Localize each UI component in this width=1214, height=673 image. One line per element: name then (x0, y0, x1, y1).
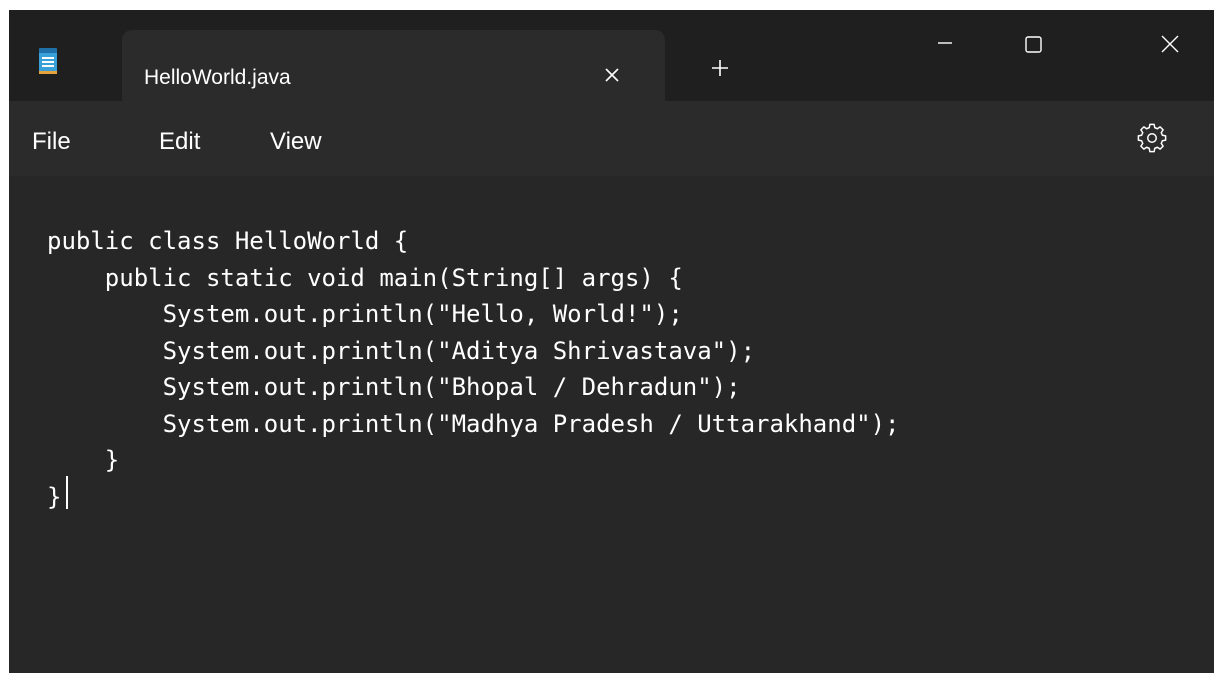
tab-helloworld-java[interactable]: HelloWorld.java (122, 30, 665, 101)
code-line: System.out.println("Aditya Shrivastava")… (47, 336, 756, 365)
code-line: public static void main(String[] args) { (47, 263, 683, 292)
code-line: System.out.println("Madhya Pradesh / Utt… (47, 409, 900, 438)
close-icon[interactable] (600, 63, 624, 87)
text-editor[interactable]: public class HelloWorld { public static … (9, 176, 1214, 673)
notepad-window: HelloWorld.java File Edit View public cl… (9, 10, 1214, 673)
code-line: System.out.println("Hello, World!"); (47, 300, 683, 328)
text-cursor (66, 476, 68, 509)
close-icon[interactable] (1150, 24, 1190, 64)
code-content: public class HelloWorld { public static … (47, 223, 900, 515)
menu-bar: File Edit View (9, 101, 1214, 176)
menu-view[interactable]: View (270, 128, 322, 156)
tab-title: HelloWorld.java (144, 66, 291, 89)
gear-icon[interactable] (1137, 123, 1167, 153)
title-bar: HelloWorld.java (9, 10, 1214, 101)
code-line: } (47, 446, 120, 474)
maximize-icon[interactable] (1013, 24, 1053, 64)
code-line: } (47, 482, 62, 511)
menu-file[interactable]: File (32, 128, 71, 156)
code-line: System.out.println("Bhopal / Dehradun"); (47, 373, 741, 401)
menu-edit[interactable]: Edit (159, 128, 200, 156)
code-line: public class HelloWorld { (47, 227, 409, 255)
notepad-icon (39, 48, 57, 74)
plus-icon[interactable] (708, 56, 732, 80)
minimize-icon[interactable] (925, 24, 965, 64)
